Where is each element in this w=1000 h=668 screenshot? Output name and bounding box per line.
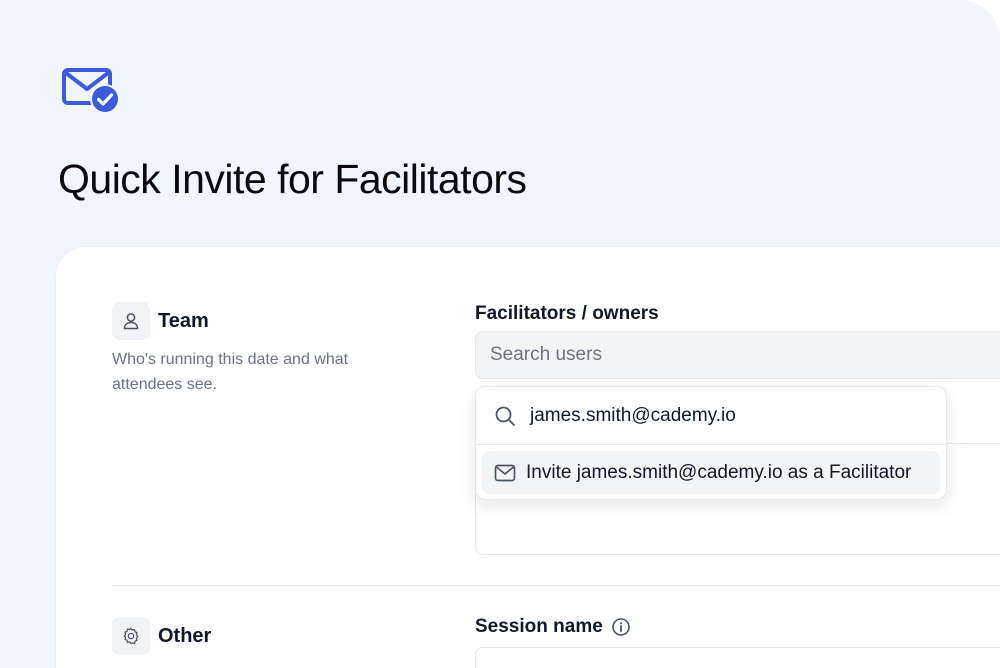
- team-icon-tile: [112, 302, 150, 340]
- user-search-dropdown: james.smith@cademy.io Invite james.smith…: [475, 386, 947, 500]
- dropdown-search-query: james.smith@cademy.io: [530, 404, 736, 426]
- other-section-header: Other: [112, 617, 211, 655]
- dropdown-divider: [476, 444, 946, 445]
- search-icon: [495, 406, 515, 426]
- user-icon: [123, 313, 139, 330]
- session-name-label-row: Session name: [475, 616, 631, 638]
- mail-check-icon: [62, 68, 120, 114]
- info-icon[interactable]: [611, 617, 631, 637]
- session-name-label: Session name: [475, 616, 603, 637]
- settings-card: Team Who's running this date and what at…: [56, 247, 1000, 668]
- mail-icon: [494, 464, 516, 481]
- team-section-header: Team: [112, 302, 209, 340]
- invite-facilitator-option[interactable]: Invite james.smith@cademy.io as a Facili…: [482, 451, 940, 494]
- dropdown-search-row[interactable]: james.smith@cademy.io: [476, 387, 946, 444]
- team-section-title: Team: [158, 309, 209, 332]
- page-title: Quick Invite for Facilitators: [58, 156, 527, 202]
- search-users-input[interactable]: [475, 331, 1000, 379]
- app-frame: Quick Invite for Facilitators Team Who's…: [0, 0, 1000, 668]
- gear-icon: [123, 627, 139, 645]
- session-name-input[interactable]: [475, 647, 1000, 668]
- invite-option-label: Invite james.smith@cademy.io as a Facili…: [526, 461, 912, 483]
- facilitators-label: Facilitators / owners: [475, 303, 659, 324]
- other-icon-tile: [112, 617, 150, 655]
- team-section-description: Who's running this date and what attende…: [112, 351, 349, 393]
- section-divider: [112, 585, 1000, 586]
- other-section-title: Other: [158, 624, 212, 647]
